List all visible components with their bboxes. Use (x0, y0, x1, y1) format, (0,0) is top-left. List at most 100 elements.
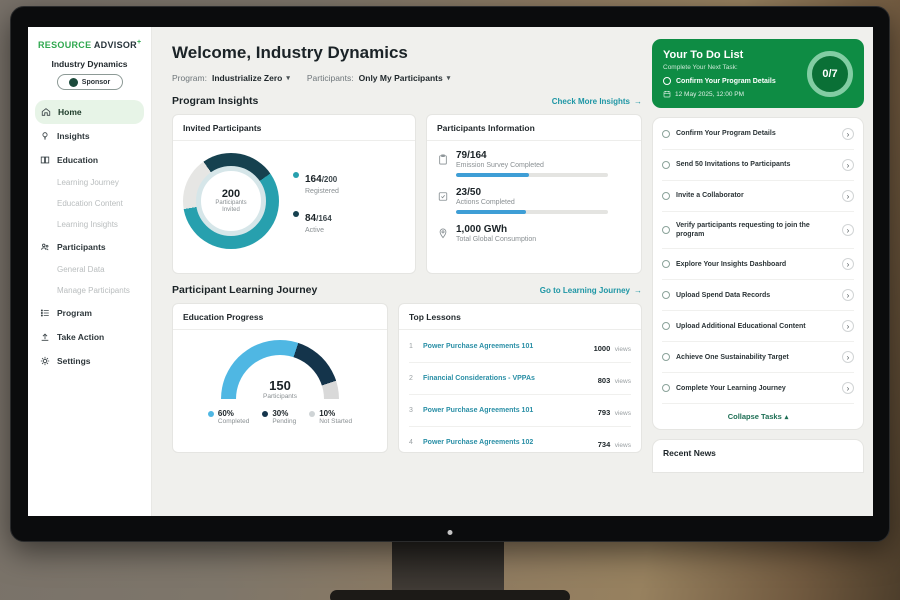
checkbox-icon[interactable] (662, 161, 670, 169)
todo-task-row[interactable]: Achieve One Sustainability Target › (662, 342, 854, 373)
power-led (448, 530, 453, 535)
card-title: Participants Information (427, 115, 641, 141)
sidebar-item-education[interactable]: Education (28, 148, 151, 172)
program-insights-header: Program Insights Check More Insights → (172, 95, 642, 107)
chevron-up-icon: ▴ (785, 414, 789, 421)
check-more-insights-link[interactable]: Check More Insights → (552, 97, 642, 106)
todo-task-row[interactable]: Invite a Collaborator › (662, 181, 854, 212)
sponsor-badge[interactable]: Sponsor (57, 74, 123, 90)
todo-task-row[interactable]: Upload Spend Data Records › (662, 280, 854, 311)
chevron-right-icon[interactable]: › (842, 382, 854, 394)
checkbox-icon[interactable] (662, 192, 670, 200)
todo-task-list: Confirm Your Program Details › Send 50 I… (662, 119, 854, 404)
gauge-legend: 60% Completed 30% Pending (208, 409, 352, 425)
actions-completed-row: 23/50 Actions Completed (438, 187, 630, 214)
sidebar-nav: Home Insights Education Learning Journey (28, 100, 151, 373)
program-filter-label: Program: (172, 73, 207, 83)
todo-header-card: Your To Do List Complete Your Next Task:… (652, 39, 864, 108)
arrow-right-icon: → (634, 97, 642, 106)
checkbox-icon[interactable] (662, 291, 670, 299)
lesson-views: 793 views (598, 402, 631, 420)
invited-donut-chart: 200 Participants Invited (183, 153, 279, 249)
lesson-rank: 3 (409, 407, 416, 414)
sidebar-item-general-data[interactable]: General Data (28, 259, 151, 280)
checkbox-icon[interactable] (662, 130, 670, 138)
emission-survey-row: 79/164 Emission Survey Completed (438, 150, 630, 177)
todo-task-row[interactable]: Complete Your Learning Journey › (662, 373, 854, 404)
sidebar: RESOURCE ADVISOR+ Industry Dynamics Spon… (28, 27, 152, 516)
actions-progress-bar (456, 210, 608, 214)
chevron-right-icon[interactable]: › (842, 159, 854, 171)
todo-task-row[interactable]: Send 50 Invitations to Participants › (662, 150, 854, 181)
lesson-link[interactable]: Power Purchase Agreements 101 (423, 407, 591, 414)
go-to-learning-journey-link[interactable]: Go to Learning Journey → (540, 286, 642, 295)
lesson-link[interactable]: Financial Considerations - VPPAs (423, 375, 591, 382)
checkbox-icon[interactable] (662, 260, 670, 268)
dashboard-screen: RESOURCE ADVISOR+ Industry Dynamics Spon… (28, 27, 873, 516)
next-task-row[interactable]: Confirm Your Program Details (663, 77, 799, 85)
lesson-views: 734 views (598, 434, 631, 452)
book-icon (40, 155, 50, 165)
lesson-row: 4 Power Purchase Agreements 102 734 view… (409, 427, 631, 453)
sidebar-item-insights[interactable]: Insights (28, 124, 151, 148)
participants-information-card: Participants Information 79/164 Emission… (426, 114, 642, 274)
sidebar-item-participants[interactable]: Participants (28, 235, 151, 259)
recent-news-title: Recent News (663, 448, 853, 458)
education-gauge: 150 Participants (221, 340, 339, 400)
arrow-right-icon: → (634, 286, 642, 295)
donut-legend: 164/200 Registered 84/164 Active (293, 169, 339, 234)
sidebar-item-education-content[interactable]: Education Content (28, 193, 151, 214)
chevron-right-icon[interactable]: › (842, 224, 854, 236)
participants-filter-dropdown[interactable]: Only My Participants ▾ (359, 73, 451, 83)
learning-journey-header: Participant Learning Journey Go to Learn… (172, 284, 642, 296)
recent-news-card: Recent News (652, 439, 864, 473)
todo-task-row[interactable]: Confirm Your Program Details › (662, 119, 854, 150)
chevron-right-icon[interactable]: › (842, 258, 854, 270)
checkbox-icon[interactable] (662, 322, 670, 330)
card-title: Top Lessons (399, 304, 641, 330)
checkbox-icon[interactable] (662, 384, 670, 392)
people-icon (40, 242, 50, 252)
card-title: Invited Participants (173, 115, 415, 141)
checkbox-icon[interactable] (662, 226, 670, 234)
emission-progress-bar (456, 173, 608, 177)
chevron-right-icon[interactable]: › (842, 128, 854, 140)
lesson-views: 803 views (598, 370, 631, 388)
sidebar-item-take-action[interactable]: Take Action (28, 325, 151, 349)
sidebar-item-manage-participants[interactable]: Manage Participants (28, 280, 151, 301)
program-filter-dropdown[interactable]: Industrialize Zero ▾ (212, 73, 290, 83)
sidebar-item-learning-insights[interactable]: Learning Insights (28, 214, 151, 235)
legend-dot-registered (293, 172, 299, 178)
chevron-right-icon[interactable]: › (842, 289, 854, 301)
legend-item-pending: 30% Pending (262, 409, 296, 425)
chevron-right-icon[interactable]: › (842, 190, 854, 202)
sidebar-item-settings[interactable]: Settings (28, 349, 151, 373)
lesson-link[interactable]: Power Purchase Agreements 101 (423, 343, 587, 350)
lesson-link[interactable]: Power Purchase Agreements 102 (423, 439, 591, 446)
legend-item-completed: 60% Completed (208, 409, 249, 425)
lesson-views: 1000 views (594, 338, 631, 356)
map-pin-icon (438, 226, 448, 247)
todo-progress-ring: 0/7 (807, 51, 853, 97)
chevron-down-icon: ▾ (286, 74, 290, 82)
lesson-row: 1 Power Purchase Agreements 101 1000 vie… (409, 331, 631, 363)
checkbox-icon[interactable] (662, 353, 670, 361)
main-content: Welcome, Industry Dynamics Program: Indu… (172, 39, 642, 516)
gear-icon (40, 356, 50, 366)
chevron-right-icon[interactable]: › (842, 351, 854, 363)
sidebar-item-program[interactable]: Program (28, 301, 151, 325)
participants-filter-label: Participants: (307, 73, 354, 83)
section-title-program-insights: Program Insights (172, 95, 258, 107)
collapse-tasks-link[interactable]: Collapse Tasks▴ (662, 404, 854, 426)
todo-task-row[interactable]: Upload Additional Educational Content › (662, 311, 854, 342)
todo-task-row[interactable]: Explore Your Insights Dashboard › (662, 249, 854, 280)
lessons-list: 1 Power Purchase Agreements 101 1000 vie… (399, 330, 641, 453)
checkbox-icon[interactable] (663, 77, 671, 85)
chevron-right-icon[interactable]: › (842, 320, 854, 332)
sidebar-item-home[interactable]: Home (35, 100, 144, 124)
content-area: Welcome, Industry Dynamics Program: Indu… (152, 27, 873, 516)
sidebar-item-learning-journey[interactable]: Learning Journey (28, 172, 151, 193)
legend-dot-not-started (309, 411, 315, 417)
lesson-rank: 1 (409, 343, 416, 350)
todo-task-row[interactable]: Verify participants requesting to join t… (662, 212, 854, 249)
